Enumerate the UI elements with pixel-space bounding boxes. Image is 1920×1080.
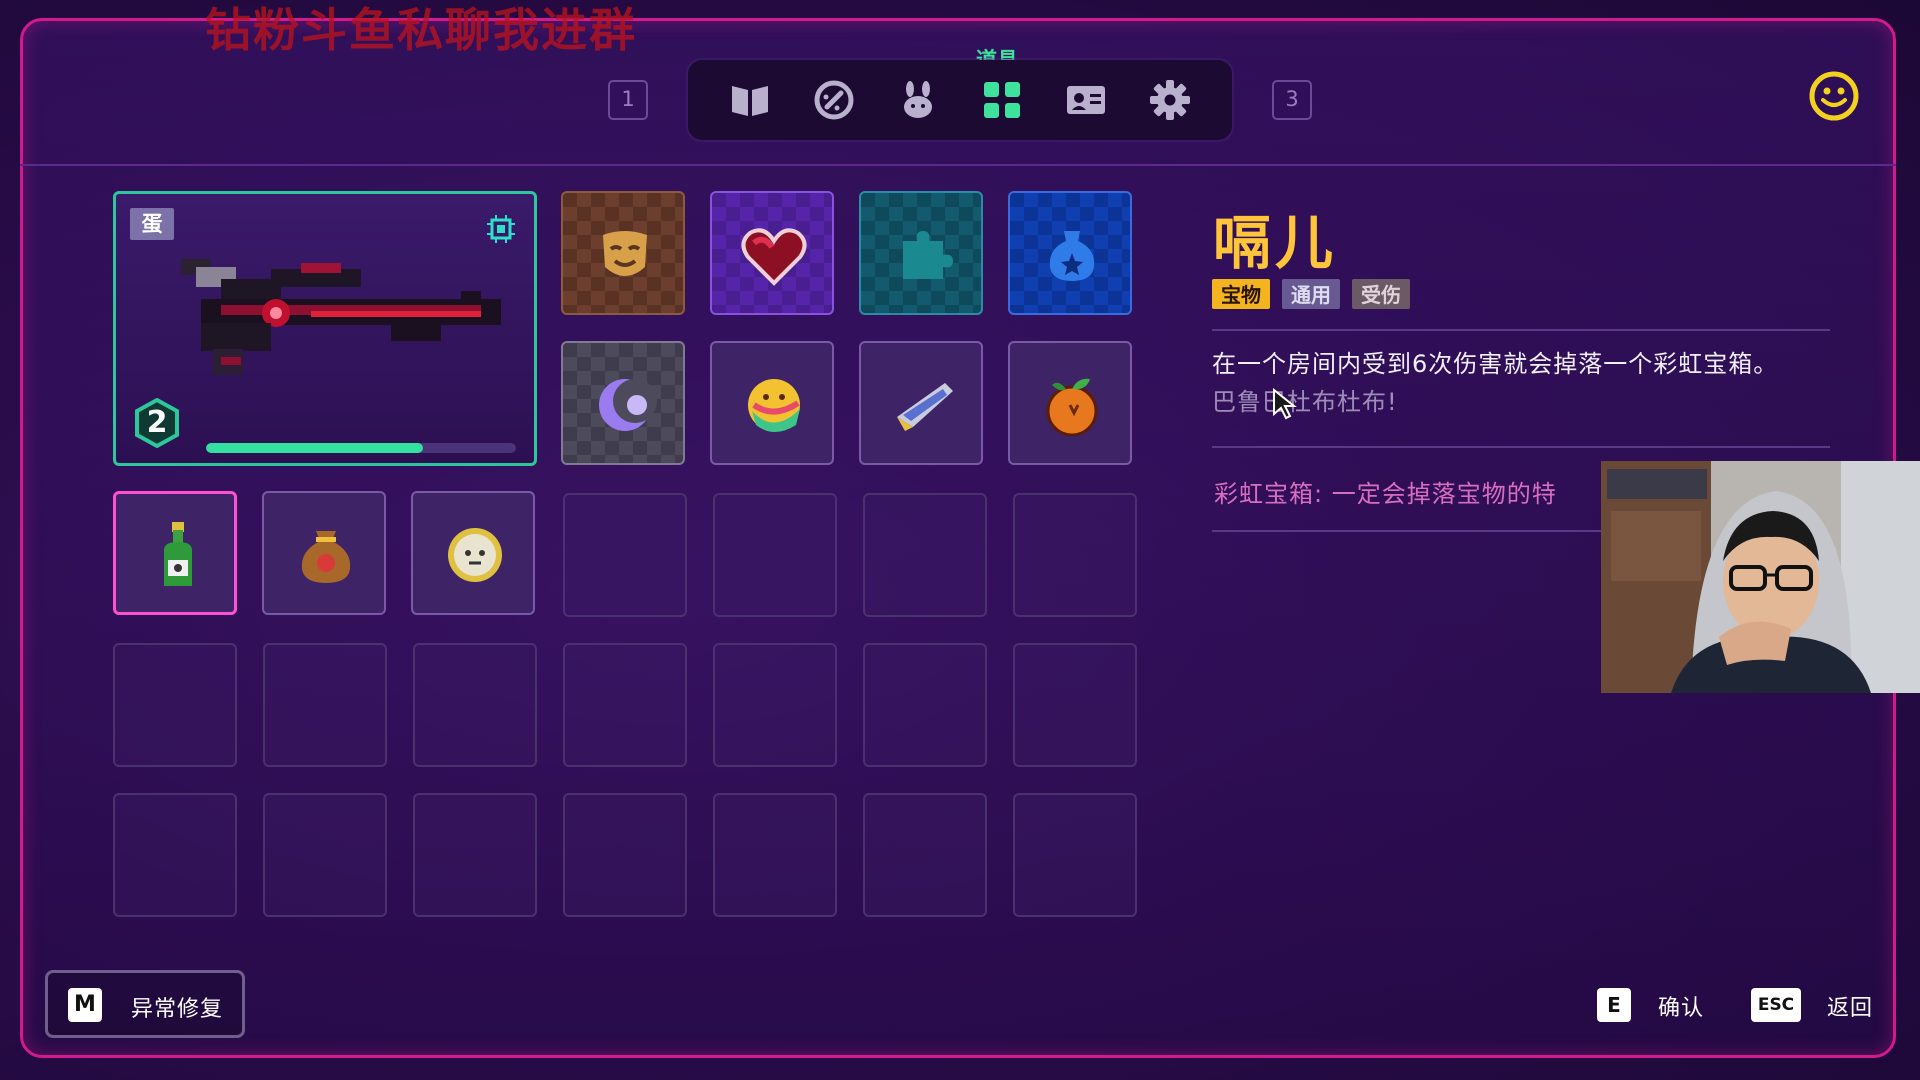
back-label[interactable]: 返回 [1827,990,1873,1022]
inventory-slot-selected[interactable] [113,491,237,615]
confirm-label[interactable]: 确认 [1658,990,1704,1022]
grid-icon [984,82,1020,118]
item-description: 在一个房间内受到6次伤害就会掉落一个彩虹宝箱。巴鲁巴杜布杜布! [1212,345,1802,421]
inventory-slot-empty[interactable] [713,643,837,767]
repair-key: M [68,988,102,1022]
id-card-icon [1067,86,1105,114]
inventory-slot-empty[interactable] [1013,493,1137,617]
heart-icon [741,228,807,286]
pet-icon [904,81,932,118]
inventory-slot[interactable] [710,191,834,315]
bottle-icon [164,522,192,586]
rainbow-fruit-icon [748,379,800,432]
inventory-slot[interactable] [561,341,685,465]
inventory-slot-empty[interactable] [1013,793,1137,917]
dark-red-rifle-icon [181,259,501,375]
item-description-text: 在一个房间内受到6次伤害就会掉落一个彩虹宝箱。 [1212,350,1779,378]
chip-icon [487,215,515,243]
inventory-slot[interactable] [561,191,685,315]
inventory-slot[interactable] [1008,341,1132,465]
weapon-badge: 蛋 [130,208,174,240]
inventory-slot-empty[interactable] [563,793,687,917]
tag-general: 通用 [1282,279,1340,309]
stream-watermark: 钻粉斗鱼私聊我进群 [205,3,637,57]
tag-hurt: 受伤 [1352,279,1410,309]
book-icon [732,86,768,116]
inventory-slot[interactable] [859,191,983,315]
inventory-slot[interactable] [710,341,834,465]
tab-settings[interactable] [1146,76,1194,124]
crescent-icon [599,379,657,431]
mouse-cursor-icon [1273,388,1297,420]
tab-pets[interactable] [894,76,942,124]
tab-codex[interactable] [726,76,774,124]
repair-button[interactable]: M 异常修复 [45,970,245,1038]
item-tags: 宝物 通用 受伤 [1212,279,1410,309]
inventory-slot-empty[interactable] [413,793,537,917]
tab-items[interactable] [978,76,1026,124]
inventory-slot-empty[interactable] [1013,643,1137,767]
tab-stats[interactable] [810,76,858,124]
item-extra-info: 彩虹宝箱: 一定会掉落宝物的特 [1214,480,1557,508]
detail-divider [1212,329,1830,331]
mask-icon [603,231,647,276]
inventory-slot-empty[interactable] [413,643,537,767]
inventory-slot-empty[interactable] [713,793,837,917]
gauge-icon [814,80,854,120]
weapon-level: 2 [146,405,168,440]
inventory-slot-empty[interactable] [263,643,387,767]
weapon-card[interactable]: 蛋 2 [113,191,537,466]
pouch-icon [1049,231,1095,281]
detail-divider [1212,446,1830,448]
orange-icon [1046,378,1098,437]
weapon-xp-fill [206,443,423,453]
webcam-overlay [1601,461,1920,693]
inventory-slot-empty[interactable] [113,793,237,917]
tag-treasure: 宝物 [1212,279,1270,309]
inventory-slot-empty[interactable] [563,493,687,617]
inventory-slot[interactable] [411,491,535,615]
header-divider [20,164,1896,166]
coin-bag-icon [301,531,351,583]
inventory-slot-empty[interactable] [263,793,387,917]
coin-face-icon [448,528,502,582]
inventory-slot-empty[interactable] [113,643,237,767]
inventory-slot-empty[interactable] [863,793,987,917]
tab-bar [688,60,1232,140]
inventory-slot-empty[interactable] [713,493,837,617]
inventory-slot[interactable] [859,341,983,465]
gear-icon [1150,80,1190,120]
inventory-slot[interactable] [262,491,386,615]
back-key[interactable]: ESC [1751,988,1801,1022]
item-name: 嗝儿 [1213,209,1338,277]
tab-profile[interactable] [1062,76,1110,124]
next-page-key[interactable]: 3 [1272,80,1312,120]
item-description-flavor: 巴鲁巴杜布杜布! [1212,388,1398,416]
inventory-slot-empty[interactable] [863,493,987,617]
inventory-slot-empty[interactable] [863,643,987,767]
puzzle-icon [903,231,953,279]
inventory-slot-empty[interactable] [563,643,687,767]
smiley-icon[interactable] [1808,70,1860,122]
confirm-key[interactable]: E [1597,988,1631,1022]
repair-label: 异常修复 [131,997,224,1022]
inventory-slot[interactable] [1008,191,1132,315]
prev-page-key[interactable]: 1 [608,80,648,120]
sharp-blade-icon [897,383,953,431]
weapon-xp-bar [206,443,516,453]
